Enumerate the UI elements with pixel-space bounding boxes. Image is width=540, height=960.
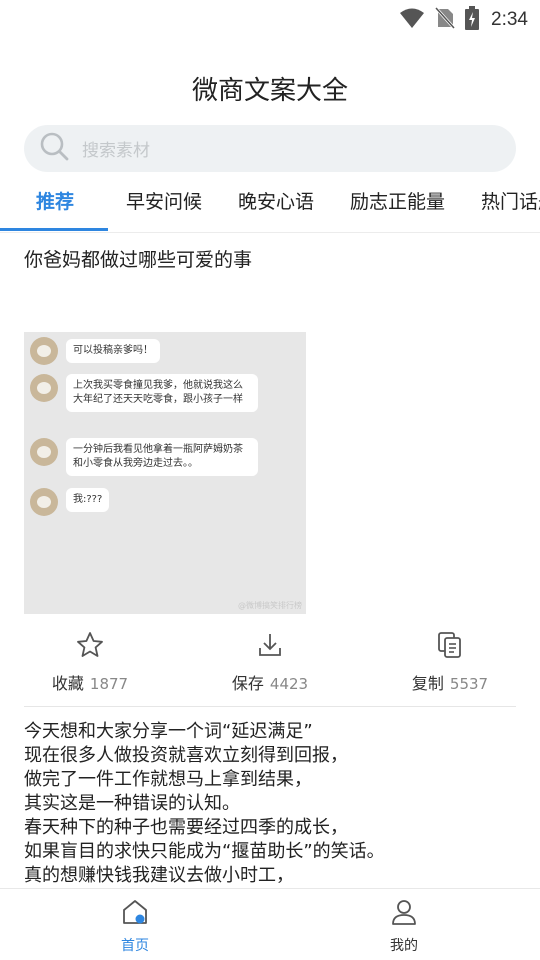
profile-icon: [389, 900, 419, 931]
chat-message: 可以投稿亲爹吗！: [30, 337, 160, 365]
post-body-line: 其实这是一种错误的认知。: [24, 793, 240, 814]
favorite-label: 收藏 1877: [51, 674, 129, 693]
favorite-button[interactable]: 收藏 1877: [10, 630, 170, 694]
status-icons: 2:34: [399, 6, 528, 34]
search-placeholder: 搜索素材: [82, 141, 150, 161]
post-actions: 收藏 1877 保存 4423 复制 5537: [0, 630, 540, 696]
no-sim-icon: [434, 6, 456, 33]
chat-message: 我:???: [30, 488, 110, 516]
chat-bubble: 上次我买零食撞见我爹，他就说我这么大年纪了还天天吃零食，跟小孩子一样: [66, 374, 258, 412]
save-label: 保存 4423: [231, 674, 309, 693]
wifi-icon: [399, 7, 425, 33]
post-image[interactable]: 可以投稿亲爹吗！ 上次我买零食撞见我爹，他就说我这么大年纪了还天天吃零食，跟小孩…: [24, 332, 306, 614]
post-body-line: 春天种下的种子也需要经过四季的成长，: [24, 817, 348, 838]
chat-bubble: 我:???: [66, 488, 110, 512]
tab-good-night[interactable]: 晚安心语: [238, 186, 314, 232]
chat-bubble: 可以投稿亲爹吗！: [66, 339, 160, 363]
tab-recommend[interactable]: 推荐: [36, 186, 74, 232]
save-count: 4423: [269, 675, 309, 693]
post-body-line: 今天想和大家分享一个词“延迟满足”: [24, 721, 313, 742]
save-button[interactable]: 保存 4423: [190, 630, 350, 694]
nav-profile[interactable]: 我的: [364, 897, 444, 955]
post-body-line: 做完了一件工作就想马上拿到结果，: [24, 769, 312, 790]
post-body: 今天想和大家分享一个词“延迟满足” 现在很多人做投资就喜欢立刻得到回报， 做完了…: [24, 720, 524, 888]
nav-home[interactable]: 首页: [95, 897, 175, 955]
chat-message: 上次我买零食撞见我爹，他就说我这么大年纪了还天天吃零食，跟小孩子一样: [30, 374, 258, 412]
tab-motivation[interactable]: 励志正能量: [350, 186, 445, 232]
active-tab-indicator: [0, 228, 108, 231]
copy-button[interactable]: 复制 5537: [370, 630, 530, 694]
home-icon: [120, 900, 150, 931]
category-tabs: 推荐 早安问候 晚安心语 励志正能量 热门话题: [0, 186, 540, 234]
battery-charging-icon: [465, 6, 480, 34]
favorite-count: 1877: [89, 675, 129, 693]
download-icon: [190, 630, 350, 660]
chat-message: 一分钟后我看见他拿着一瓶阿萨姆奶茶和小零食从我旁边走过去。。: [30, 438, 258, 476]
page-title: 微商文案大全: [191, 76, 348, 106]
avatar: [30, 337, 58, 365]
avatar: [30, 374, 58, 402]
status-time: 2:34: [491, 9, 528, 30]
post-body-line: 如果盲目的求快只能成为“揠苗助长”的笑话。: [24, 841, 385, 862]
star-icon: [10, 630, 170, 660]
search-input[interactable]: 搜索素材: [24, 125, 516, 172]
post-body-line: 现在很多人做投资就喜欢立刻得到回报，: [24, 745, 348, 766]
nav-home-label: 首页: [121, 938, 149, 954]
post-title: 你爸妈都做过哪些可爱的事: [24, 249, 253, 271]
post-body-line: 真的想赚快钱我建议去做小时工，: [24, 865, 294, 886]
nav-profile-label: 我的: [390, 938, 418, 954]
tab-good-morning[interactable]: 早安问候: [126, 186, 202, 232]
avatar: [30, 438, 58, 466]
avatar: [30, 488, 58, 516]
copy-count: 5537: [449, 675, 489, 693]
image-watermark: @微博搞笑排行榜: [238, 601, 302, 610]
tab-hot-topics[interactable]: 热门话题: [481, 186, 540, 232]
search-icon: [40, 132, 70, 166]
tabs-divider: [0, 232, 540, 233]
status-bar: 2:34: [0, 0, 540, 36]
actions-divider: [24, 706, 516, 707]
bottom-navigation: 首页 我的: [0, 888, 540, 960]
chat-bubble: 一分钟后我看见他拿着一瓶阿萨姆奶茶和小零食从我旁边走过去。。: [66, 438, 258, 476]
copy-icon: [370, 630, 530, 660]
copy-label: 复制 5537: [411, 674, 489, 693]
